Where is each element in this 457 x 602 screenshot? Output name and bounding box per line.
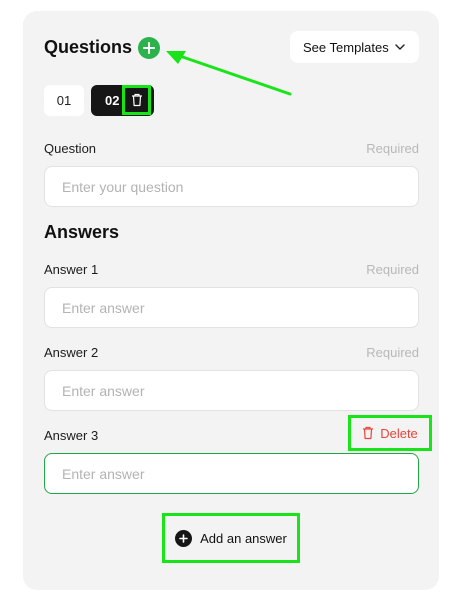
- question-label: Question: [44, 141, 97, 156]
- see-templates-button[interactable]: See Templates: [290, 31, 419, 63]
- trash-icon: [363, 426, 374, 440]
- delete-answer-button[interactable]: Delete: [348, 415, 432, 451]
- answers-title: Answers: [44, 222, 120, 242]
- plus-circle-icon: [175, 529, 193, 547]
- answer-3-input[interactable]: [44, 453, 419, 494]
- see-templates-label: See Templates: [303, 39, 389, 55]
- trash-icon: [131, 93, 142, 107]
- question-tab-label: 01: [56, 93, 72, 108]
- answer-1-label: Answer 1: [44, 262, 99, 277]
- add-answer-label: Add an answer: [200, 530, 287, 546]
- answer-2-input[interactable]: [44, 370, 419, 411]
- answer-1-required: Required: [366, 262, 419, 277]
- answer-1-input[interactable]: [44, 287, 419, 328]
- questions-title: Questions: [44, 37, 133, 57]
- question-tab-label: 02: [105, 93, 120, 108]
- question-required: Required: [366, 141, 419, 156]
- add-question-icon[interactable]: [138, 37, 160, 59]
- delete-label: Delete: [380, 425, 418, 441]
- answer-2-required: Required: [366, 345, 419, 360]
- question-input[interactable]: [44, 166, 419, 207]
- chevron-down-icon: [395, 44, 405, 50]
- answer-2-label: Answer 2: [44, 345, 99, 360]
- add-answer-button[interactable]: Add an answer: [162, 513, 300, 563]
- question-tab-01[interactable]: 01: [44, 85, 84, 116]
- answer-3-label: Answer 3: [44, 428, 99, 443]
- delete-question-button[interactable]: [122, 85, 151, 115]
